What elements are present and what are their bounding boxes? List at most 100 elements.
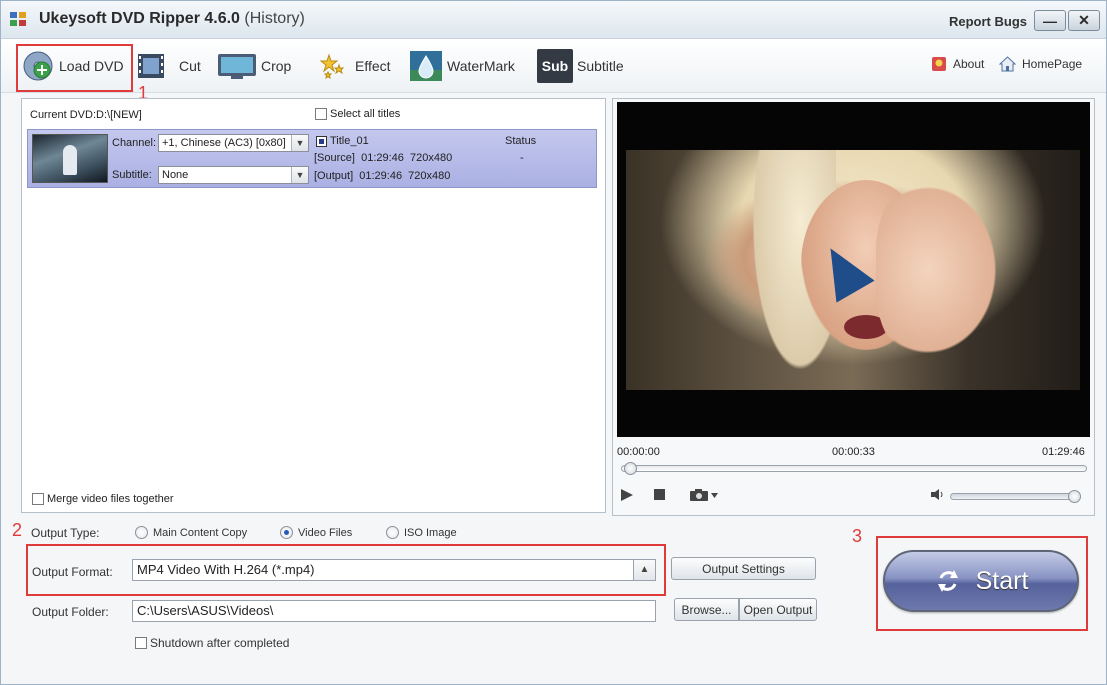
- speaker-icon: [931, 489, 943, 500]
- snapshot-button[interactable]: [689, 488, 719, 505]
- window-title: Ukeysoft DVD Ripper 4.6.0 (History): [39, 10, 305, 28]
- stars-effect-icon: [315, 49, 349, 83]
- chevron-down-icon: ▼: [291, 135, 308, 151]
- watermark-drop-icon: [409, 49, 443, 83]
- subtitle-value: None: [162, 169, 189, 181]
- refresh-icon: [937, 570, 958, 592]
- output-folder-label: Output Folder:: [32, 605, 109, 619]
- stop-button[interactable]: [653, 488, 666, 504]
- effect-button[interactable]: Effect: [315, 47, 391, 85]
- play-icon: [621, 489, 633, 501]
- homepage-label: HomePage: [1022, 57, 1083, 71]
- output-type-label: Output Type:: [31, 526, 100, 540]
- crop-label: Crop: [261, 58, 292, 74]
- title-bar: Ukeysoft DVD Ripper 4.6.0 (History) Repo…: [1, 1, 1106, 39]
- start-button[interactable]: Start: [883, 550, 1079, 612]
- report-bugs-link[interactable]: Report Bugs: [949, 14, 1027, 29]
- cut-label: Cut: [179, 58, 201, 74]
- cut-button[interactable]: Cut: [135, 47, 201, 85]
- current-dvd-path: Current DVD:D:\[NEW]: [30, 109, 142, 121]
- radio-dot-selected[interactable]: [280, 526, 293, 539]
- radio-label-iso-image: ISO Image: [404, 526, 457, 539]
- title-name: Title_01: [330, 135, 369, 147]
- radio-dot[interactable]: [135, 526, 148, 539]
- seek-bar[interactable]: [621, 462, 1087, 475]
- output-format-value: MP4 Video With H.264 (*.mp4): [137, 562, 315, 577]
- subtitle-icon: Sub: [537, 49, 573, 83]
- radio-main-content-copy[interactable]: Main Content Copy: [135, 526, 247, 539]
- title-checkbox[interactable]: [316, 135, 327, 147]
- history-link[interactable]: (History): [244, 10, 304, 27]
- shutdown-label: Shutdown after completed: [150, 636, 290, 650]
- camera-icon: [690, 489, 718, 501]
- about-link[interactable]: About: [931, 56, 984, 72]
- channel-select[interactable]: +1, Chinese (AC3) [0x80] ▼: [158, 134, 309, 152]
- status-header: Status: [505, 135, 537, 147]
- title-thumbnail: [32, 134, 108, 183]
- browse-button[interactable]: Browse...: [674, 598, 739, 621]
- homepage-link[interactable]: HomePage: [999, 56, 1082, 72]
- video-preview: [617, 102, 1090, 437]
- output-format-label: Output Format:: [32, 565, 113, 579]
- output-settings-button[interactable]: Output Settings: [671, 557, 816, 580]
- annotation-number-3: 3: [852, 526, 863, 546]
- output-folder-value: C:\Users\ASUS\Videos\: [137, 603, 274, 618]
- app-logo-icon: [10, 12, 26, 26]
- about-icon: [932, 57, 946, 71]
- toolbar: Load DVD Cut Crop Effect WaterMark Sub S…: [1, 39, 1106, 93]
- merge-checkbox[interactable]: Merge video files together: [32, 493, 174, 505]
- merge-label: Merge video files together: [47, 493, 174, 505]
- video-frame: [626, 150, 1080, 390]
- subtitle-select[interactable]: None ▼: [158, 166, 309, 184]
- time-start: 00:00:00: [617, 446, 660, 458]
- output-info: [Output] 01:29:46 720x480: [314, 170, 451, 182]
- channel-label: Channel:: [112, 137, 157, 149]
- status-value: -: [520, 152, 524, 164]
- chevron-down-icon: ▼: [291, 167, 308, 183]
- play-button[interactable]: [620, 488, 634, 505]
- seek-handle[interactable]: [624, 462, 637, 475]
- preview-panel: 00:00:00 00:00:33 01:29:46: [612, 98, 1095, 516]
- radio-iso-image[interactable]: ISO Image: [386, 526, 457, 539]
- shutdown-checkbox[interactable]: Shutdown after completed: [135, 636, 289, 650]
- chevron-up-icon[interactable]: ▲: [633, 560, 655, 580]
- stop-icon: [654, 489, 665, 500]
- radio-label-video-files: Video Files: [298, 526, 353, 539]
- radio-dot[interactable]: [386, 526, 399, 539]
- minimize-button[interactable]: —: [1034, 10, 1066, 31]
- volume-slider[interactable]: [950, 490, 1081, 503]
- time-end: 01:29:46: [1042, 446, 1085, 458]
- watermark-label: WaterMark: [447, 58, 515, 74]
- app-name: Ukeysoft DVD Ripper 4.6.0: [39, 10, 240, 27]
- time-current: 00:00:33: [832, 446, 875, 458]
- volume-handle[interactable]: [1068, 490, 1081, 503]
- title-checkbox-row[interactable]: Title_01: [316, 135, 369, 147]
- home-icon: [999, 56, 1016, 72]
- output-folder-field[interactable]: C:\Users\ASUS\Videos\: [132, 600, 656, 622]
- about-label: About: [953, 57, 985, 71]
- shutdown-box[interactable]: [135, 637, 147, 649]
- channel-value: +1, Chinese (AC3) [0x80]: [162, 137, 286, 149]
- annotation-number-2: 2: [12, 520, 23, 540]
- title-row[interactable]: Channel: +1, Chinese (AC3) [0x80] ▼ Subt…: [27, 129, 597, 188]
- start-label: Start: [975, 566, 1029, 595]
- close-button[interactable]: ✕: [1068, 10, 1100, 31]
- source-info: [Source] 01:29:46 720x480: [314, 152, 453, 164]
- highlight-load-dvd: [16, 44, 133, 92]
- output-format-select[interactable]: MP4 Video With H.264 (*.mp4) ▲: [132, 559, 656, 581]
- subtitle-label: Subtitle: [577, 58, 624, 74]
- effect-label: Effect: [355, 58, 391, 74]
- watermark-button[interactable]: WaterMark: [409, 47, 515, 85]
- app-window: Ukeysoft DVD Ripper 4.6.0 (History) Repo…: [0, 0, 1107, 685]
- select-all-checkbox[interactable]: Select all titles: [315, 108, 400, 120]
- radio-label-main-content-copy: Main Content Copy: [153, 526, 248, 539]
- merge-box[interactable]: [32, 493, 44, 505]
- select-all-box[interactable]: [315, 108, 327, 120]
- radio-video-files[interactable]: Video Files: [280, 526, 352, 539]
- crop-button[interactable]: Crop: [217, 47, 291, 85]
- open-output-button[interactable]: Open Output: [739, 598, 817, 621]
- film-cut-icon: [135, 49, 169, 83]
- subtitle-button[interactable]: Sub Subtitle: [537, 47, 624, 85]
- subtitle-track-label: Subtitle:: [112, 169, 152, 181]
- volume-button[interactable]: [930, 488, 945, 504]
